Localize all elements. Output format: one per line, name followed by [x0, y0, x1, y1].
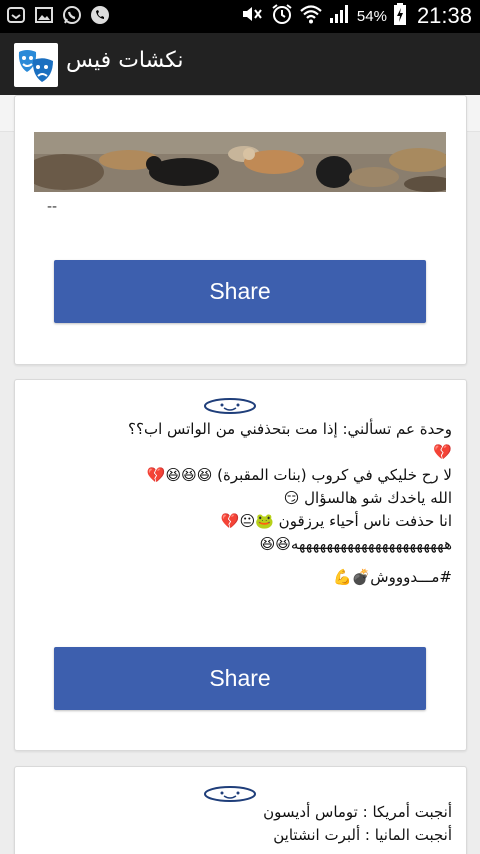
- image-icon: [34, 5, 54, 25]
- post-line: لا رح خليكي في كروب (بنات المقبرة) 😆😆😆💔: [146, 466, 452, 484]
- whatsapp-icon: [62, 5, 82, 25]
- signal-icon: [329, 4, 351, 28]
- post-line: أنجبت المانيا : ألبرت انشتاين: [273, 826, 452, 844]
- share-button[interactable]: Share: [54, 260, 426, 323]
- voicemail-icon: [6, 5, 26, 25]
- battery-percent: 54%: [356, 7, 387, 25]
- post-line: 💔: [433, 443, 452, 461]
- post-line: انا حذفت ناس أحياء يرزقون 🐸😐💔: [220, 512, 452, 530]
- post-card: أنجبت أمريكا : توماس أديسون أنجبت الماني…: [14, 766, 467, 854]
- mute-icon: [241, 5, 265, 27]
- post-line: وحدة عم تسألني: إذا مت بتحذفني من الواتس…: [128, 420, 452, 438]
- post-hashtag[interactable]: #مـــدوووش💣💪: [128, 566, 452, 589]
- post-divider-icon: [203, 397, 257, 415]
- post-text: وحدة عم تسألني: إذا مت بتحذفني من الواتس…: [128, 418, 452, 589]
- post-text: أنجبت أمريكا : توماس أديسون أنجبت الماني…: [263, 801, 452, 847]
- phone-icon: [90, 5, 110, 25]
- app-title: نكشات فيس: [66, 48, 184, 73]
- post-line: ههههههههههههههههههههههه😆😆: [259, 535, 452, 553]
- post-text-tail: --: [47, 199, 58, 215]
- status-bar: 54% 21:38: [0, 0, 480, 33]
- post-card: -- Share: [14, 95, 467, 365]
- dogs-photo: [34, 132, 446, 192]
- share-button[interactable]: Share: [54, 647, 426, 710]
- clock: 21:38: [416, 3, 472, 28]
- app-bar: نكشات فيس: [0, 33, 480, 95]
- battery-icon: [393, 3, 407, 29]
- feed[interactable]: -- Share وحدة عم تسألني: إذا مت بتحذفني …: [0, 95, 480, 854]
- post-line: الله ياخدك شو هالسؤال 😏: [283, 489, 452, 507]
- system-indicators: 54% 21:38: [241, 3, 472, 29]
- post-card: وحدة عم تسألني: إذا مت بتحذفني من الواتس…: [14, 379, 467, 751]
- theater-masks-icon[interactable]: [14, 43, 58, 87]
- alarm-icon: [271, 3, 293, 29]
- post-line: أنجبت أمريكا : توماس أديسون: [263, 803, 452, 821]
- notification-icons: [6, 5, 110, 25]
- wifi-icon: [299, 4, 323, 28]
- post-divider-icon: [203, 785, 257, 803]
